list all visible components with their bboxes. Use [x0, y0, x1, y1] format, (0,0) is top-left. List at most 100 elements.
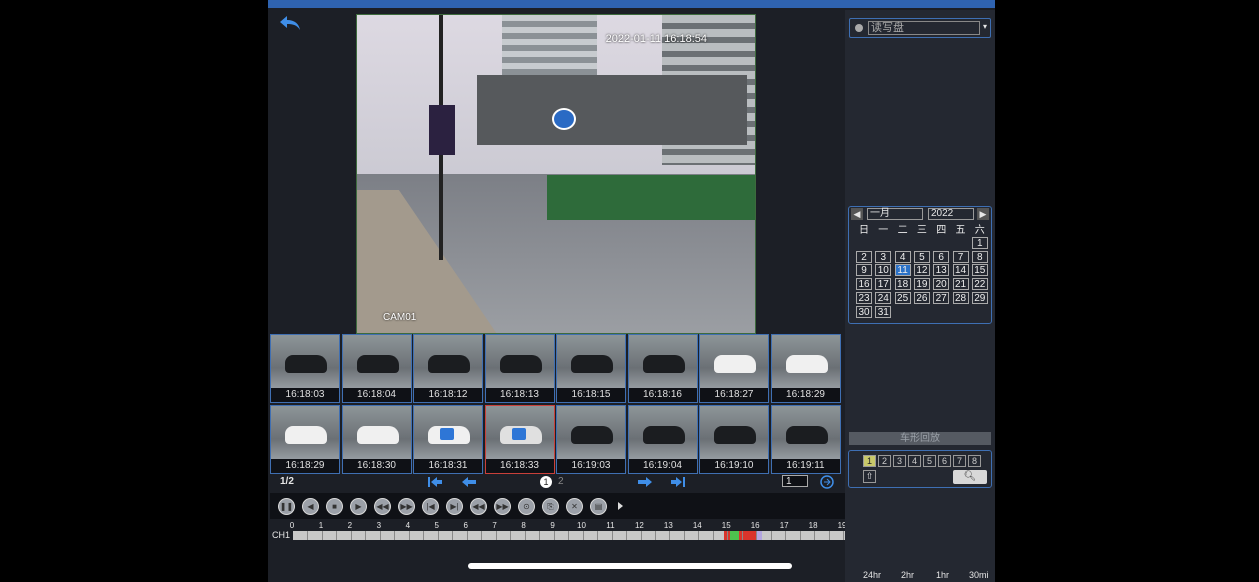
- calendar-day[interactable]: 16: [856, 278, 872, 291]
- calendar-day[interactable]: 10: [875, 264, 892, 277]
- save-button[interactable]: ▤: [590, 498, 607, 515]
- calendar-day[interactable]: 25: [894, 291, 911, 304]
- select-all-icon[interactable]: ⇧: [863, 470, 876, 483]
- last-page-icon[interactable]: [671, 477, 685, 487]
- video-player[interactable]: 2022-01-11 16:18:54 CAM01: [356, 14, 756, 334]
- stop-button[interactable]: ■: [326, 498, 343, 515]
- calendar-day[interactable]: 23: [856, 291, 872, 304]
- zoom-option[interactable]: 24hr: [863, 570, 881, 580]
- calendar-day[interactable]: 21: [952, 278, 969, 291]
- fast-play-button[interactable]: ▶▶: [398, 498, 415, 515]
- calendar-day[interactable]: 3: [875, 250, 892, 263]
- thumbnail-car: [785, 426, 828, 444]
- calendar-day[interactable]: 28: [952, 291, 969, 304]
- first-page-icon[interactable]: [428, 477, 442, 487]
- thumbnail[interactable]: 16:18:04: [341, 334, 412, 403]
- prev-month-icon[interactable]: ◀: [851, 208, 863, 220]
- reverse-play-button[interactable]: ◀: [302, 498, 319, 515]
- thumbnail[interactable]: 16:18:27: [699, 334, 769, 403]
- zoom-option[interactable]: 30mi: [969, 570, 989, 580]
- thumbnail[interactable]: 16:19:10: [699, 405, 769, 474]
- goto-page-icon[interactable]: [820, 475, 834, 489]
- search-icon[interactable]: 🔍︎: [953, 470, 987, 484]
- prev-frame-button[interactable]: |◀: [422, 498, 439, 515]
- calendar-day[interactable]: 8: [971, 250, 988, 263]
- thumbnail[interactable]: 16:19:11: [770, 405, 841, 474]
- goto-page-input[interactable]: 1: [782, 475, 808, 487]
- next-frame-button[interactable]: ▶|: [446, 498, 463, 515]
- channel-checkbox[interactable]: 7: [953, 455, 966, 467]
- disk-selector[interactable]: 读写盘 ▾: [849, 18, 991, 38]
- thumbnail[interactable]: 16:18:29: [770, 334, 841, 403]
- calendar-day[interactable]: 27: [933, 291, 950, 304]
- play-icon[interactable]: [511, 428, 526, 440]
- thumbnail[interactable]: 16:19:04: [627, 405, 698, 474]
- slow-play-button[interactable]: ◀◀: [374, 498, 391, 515]
- calendar-day[interactable]: 1: [971, 237, 988, 249]
- channel-checkbox[interactable]: 3: [893, 455, 906, 467]
- calendar-day[interactable]: 4: [894, 250, 911, 263]
- thumbnail-car: [571, 355, 613, 373]
- timeline-hour-label: 9: [550, 521, 555, 530]
- thumbnail-time: 16:18:13: [485, 388, 554, 402]
- calendar-day[interactable]: 12: [913, 264, 930, 277]
- next-month-icon[interactable]: ▶: [977, 208, 989, 220]
- back-arrow-icon[interactable]: [278, 14, 302, 32]
- calendar-day[interactable]: 24: [875, 291, 892, 304]
- calendar-day[interactable]: 11: [894, 264, 911, 277]
- play-icon[interactable]: [440, 428, 454, 440]
- zoom-button[interactable]: ⊙: [518, 498, 535, 515]
- thumbnail[interactable]: 16:18:03: [270, 334, 340, 403]
- calendar-day[interactable]: 6: [933, 250, 950, 263]
- calendar-day[interactable]: 15: [971, 264, 988, 277]
- channel-checkbox[interactable]: 2: [878, 455, 891, 467]
- calendar-day[interactable]: 19: [913, 278, 930, 291]
- channel-checkbox[interactable]: 6: [938, 455, 951, 467]
- channel-checkbox[interactable]: 4: [908, 455, 921, 467]
- calendar-day[interactable]: 26: [913, 291, 930, 304]
- thumbnail[interactable]: 16:18:31: [413, 405, 483, 474]
- pause-button[interactable]: ❚❚: [278, 498, 295, 515]
- calendar-day[interactable]: 5: [913, 250, 930, 263]
- calendar-day[interactable]: 22: [971, 278, 988, 291]
- timeline-gridline: [669, 531, 671, 540]
- calendar-day[interactable]: 30: [856, 305, 872, 318]
- month-select[interactable]: 一月: [867, 208, 923, 220]
- page-two[interactable]: 2: [558, 476, 564, 487]
- calendar-day[interactable]: 20: [933, 278, 950, 291]
- next-segment-button[interactable]: ▶▶: [494, 498, 511, 515]
- thumbnail[interactable]: 16:18:13: [484, 334, 555, 403]
- clip-button[interactable]: ⎘: [542, 498, 559, 515]
- channel-checkbox[interactable]: 8: [968, 455, 981, 467]
- play-button[interactable]: ▶: [350, 498, 367, 515]
- chevron-down-icon[interactable]: ▾: [983, 22, 987, 31]
- zoom-option[interactable]: 1hr: [936, 570, 949, 580]
- calendar-day[interactable]: 18: [894, 278, 911, 291]
- prev-segment-button[interactable]: ◀◀: [470, 498, 487, 515]
- more-icon[interactable]: [618, 502, 623, 510]
- calendar-day[interactable]: 29: [971, 291, 988, 304]
- channel-checkbox[interactable]: 5: [923, 455, 936, 467]
- calendar-day[interactable]: 31: [875, 305, 892, 318]
- cut-button[interactable]: ✕: [566, 498, 583, 515]
- zoom-option[interactable]: 2hr: [901, 570, 914, 580]
- calendar-day[interactable]: 7: [952, 250, 969, 263]
- calendar-day[interactable]: 9: [856, 264, 872, 277]
- thumbnail[interactable]: 16:18:12: [413, 334, 483, 403]
- calendar-day[interactable]: 17: [875, 278, 892, 291]
- calendar-day[interactable]: 14: [952, 264, 969, 277]
- thumbnail[interactable]: 16:18:16: [627, 334, 698, 403]
- thumbnail[interactable]: 16:18:33: [484, 405, 555, 474]
- year-select[interactable]: 2022: [928, 208, 974, 220]
- prev-page-icon[interactable]: [462, 477, 476, 487]
- next-page-icon[interactable]: [638, 477, 652, 487]
- channel-checkbox[interactable]: 1: [863, 455, 876, 467]
- thumbnail[interactable]: 16:19:03: [556, 405, 626, 474]
- calendar-day[interactable]: 2: [856, 250, 872, 263]
- calendar-day[interactable]: 13: [933, 264, 950, 277]
- thumbnail[interactable]: 16:18:30: [341, 405, 412, 474]
- timeline-gridline: [770, 531, 772, 540]
- thumbnail[interactable]: 16:18:15: [556, 334, 626, 403]
- thumbnail[interactable]: 16:18:29: [270, 405, 340, 474]
- page-one[interactable]: 1: [540, 476, 552, 488]
